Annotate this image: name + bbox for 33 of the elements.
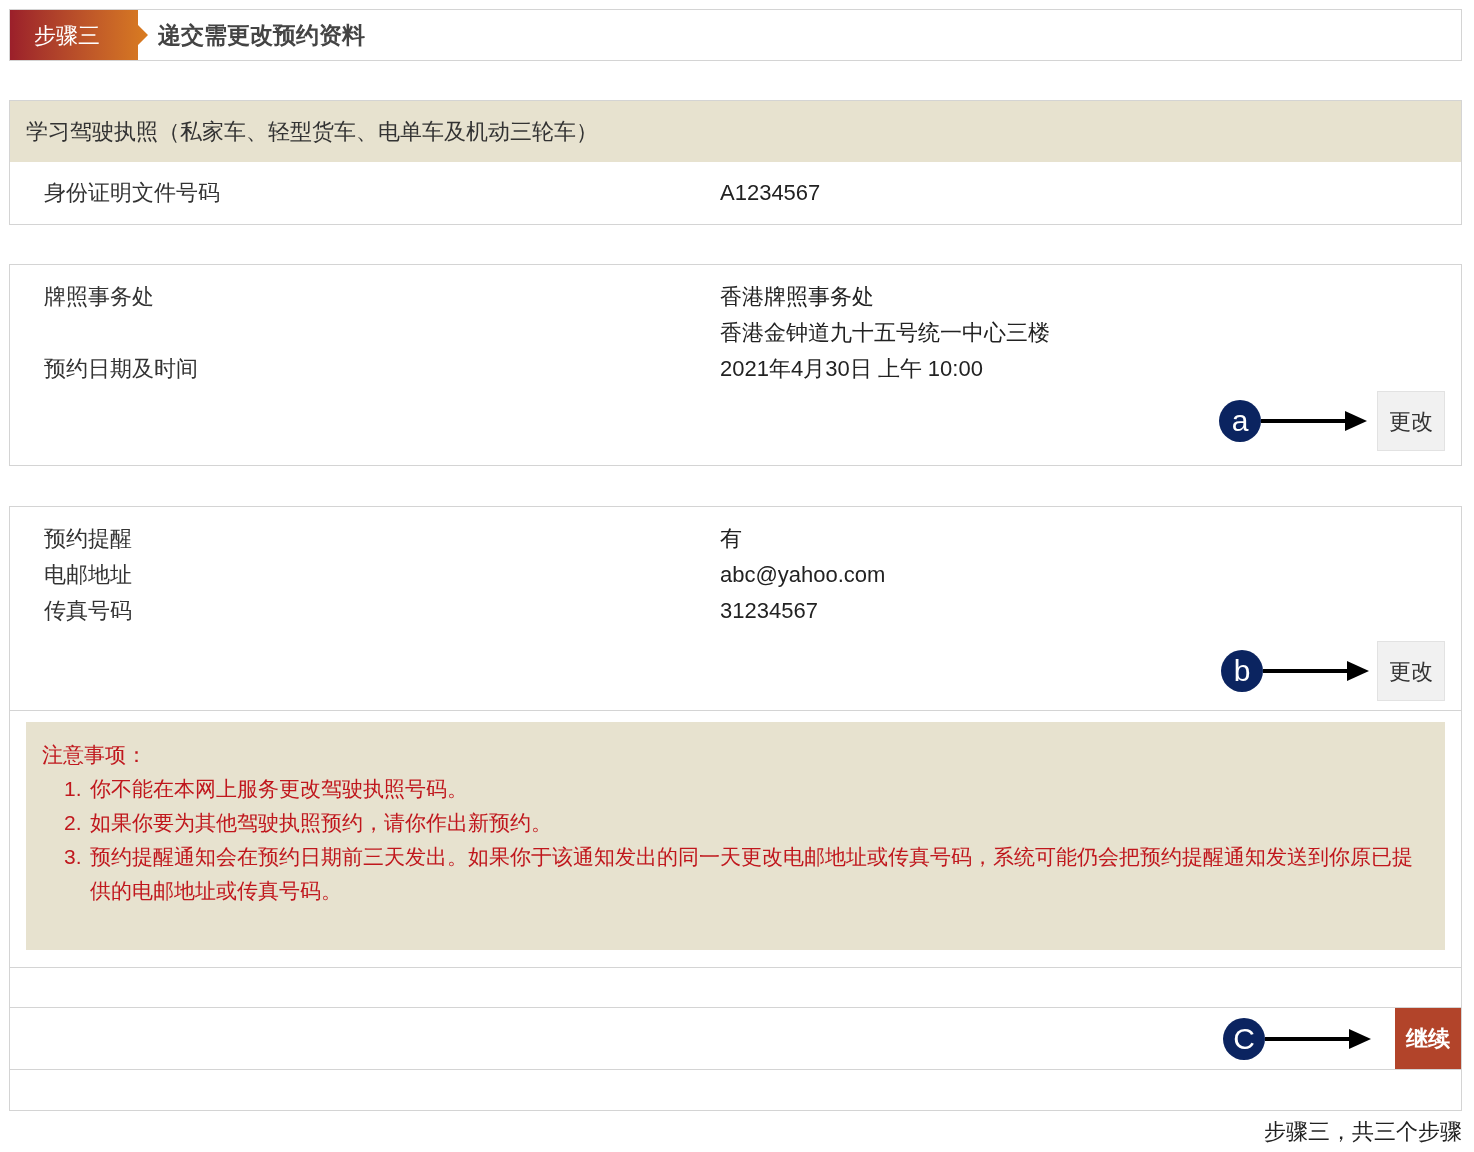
callout-marker: a	[1219, 400, 1261, 442]
arrow-icon	[1263, 659, 1369, 683]
list-number: 3.	[64, 844, 83, 870]
field-label: 牌照事务处	[43, 283, 155, 311]
arrow-icon	[1265, 1026, 1371, 1051]
continue-button[interactable]: 继续	[1395, 1008, 1461, 1069]
field-value: A1234567	[720, 179, 821, 207]
field-value: 31234567	[720, 597, 818, 625]
field-label: 预约提醒	[43, 525, 133, 553]
field-value: 2021年4月30日 上午 10:00	[720, 355, 983, 383]
change-button[interactable]: 更改	[1377, 391, 1445, 451]
notice-text: 如果你要为其他驾驶执照预约，请你作出新预约。	[90, 810, 552, 836]
list-number: 1.	[64, 776, 83, 802]
notice-title: 注意事项：	[42, 742, 148, 768]
field-value: abc@yahoo.com	[720, 561, 886, 589]
field-label: 身份证明文件号码	[43, 179, 221, 207]
callout-marker: b	[1221, 650, 1263, 692]
field-value: 香港金钟道九十五号统一中心三楼	[720, 319, 1050, 347]
notice-text: 预约提醒通知会在预约日期前三天发出。如果你于该通知发出的同一天更改电邮地址或传真号码，系统可能仍会把预约提醒通知发送到你原已提供的电邮地址或传真号码。	[90, 844, 1414, 904]
list-number: 2.	[64, 810, 83, 836]
field-value: 香港牌照事务处	[720, 283, 875, 311]
field-label: 传真号码	[43, 597, 133, 625]
field-label: 预约日期及时间	[43, 355, 199, 383]
step-counter: 步骤三，共三个步骤	[1264, 1118, 1462, 1146]
callout-marker: C	[1223, 1017, 1265, 1060]
section-heading: 学习驾驶执照（私家车、轻型货车、电单车及机动三轮车）	[10, 101, 1461, 162]
notice-text: 你不能在本网上服务更改驾驶执照号码。	[90, 776, 468, 802]
arrow-icon	[1261, 409, 1367, 433]
field-label: 电邮地址	[43, 561, 133, 589]
step-title: 递交需更改预约资料	[158, 20, 365, 50]
change-button[interactable]: 更改	[1377, 641, 1445, 701]
step-badge: 步骤三	[10, 10, 148, 60]
field-value: 有	[720, 525, 742, 553]
